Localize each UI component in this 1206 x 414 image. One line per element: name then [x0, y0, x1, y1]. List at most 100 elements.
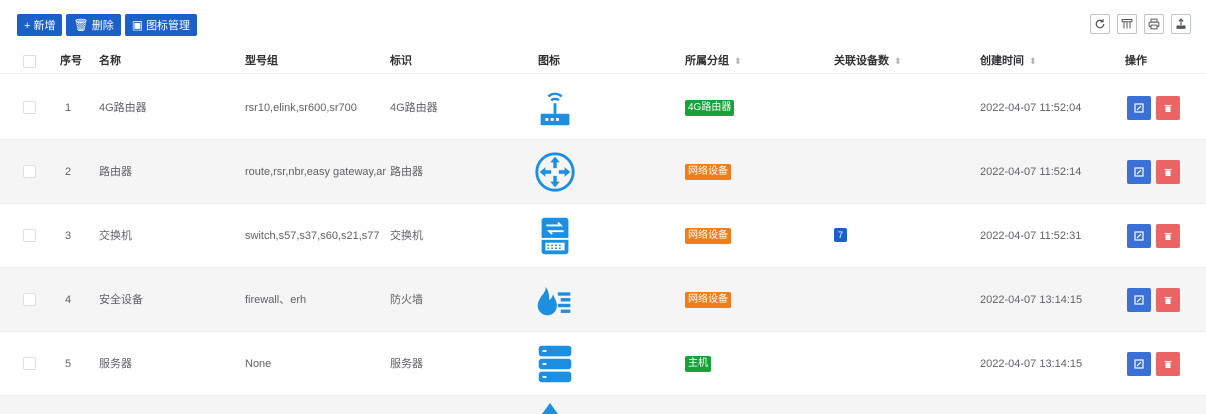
router-icon: [526, 144, 584, 200]
row-index: 3: [65, 230, 72, 242]
delete-button[interactable]: 🗑︎ 删除: [66, 14, 121, 36]
trash-icon: [1164, 169, 1172, 176]
trash-icon: 🗑︎: [73, 18, 89, 32]
row-created-at: 2022-04-07 13:14:15: [980, 294, 1083, 306]
header-icon: 图标: [538, 55, 560, 67]
row-tag: 交换机: [390, 230, 423, 242]
sort-icon: ⬍: [894, 56, 902, 66]
delete-row-button[interactable]: [1156, 160, 1180, 184]
switch-icon: [526, 208, 584, 264]
device-count-badge[interactable]: 7: [834, 228, 847, 242]
table-row: 3 交换机 switch,s57,s37,s60,s21,s77 交换机 网络设…: [0, 204, 1206, 268]
row-tag: 服务器: [390, 358, 423, 370]
header-device-count[interactable]: 关联设备数 ⬍: [834, 48, 902, 74]
add-button-label: + 新增: [24, 20, 56, 32]
row-index: 5: [65, 358, 72, 370]
header-group-label: 所属分组: [685, 55, 729, 67]
export-icon: [1176, 18, 1186, 29]
columns-icon: [1121, 19, 1133, 29]
columns-button[interactable]: [1117, 14, 1137, 34]
trash-icon: [1164, 361, 1172, 368]
delete-row-button[interactable]: [1156, 288, 1180, 312]
edit-button[interactable]: [1127, 352, 1151, 376]
row-name: 交换机: [99, 230, 132, 242]
row-created-at: 2022-04-07 11:52:14: [980, 166, 1082, 178]
header-group[interactable]: 所属分组 ⬍: [685, 48, 742, 74]
delete-row-button[interactable]: [1156, 352, 1180, 376]
table-header: 序号 名称 型号组 标识 图标 所属分组 ⬍ 关联设备数 ⬍ 创建时间 ⬍ 操作: [0, 48, 1206, 74]
header-tag: 标识: [390, 55, 412, 67]
table-row-partial: [0, 396, 1206, 414]
row-checkbox[interactable]: [23, 101, 36, 114]
group-tag: 网络设备: [685, 228, 731, 244]
group-tag: 网络设备: [685, 292, 731, 308]
row-created-at: 2022-04-07 11:52:31: [980, 230, 1082, 242]
group-tag: 主机: [685, 356, 711, 372]
select-all-checkbox[interactable]: [23, 55, 36, 68]
row-checkbox[interactable]: [23, 165, 36, 178]
table-tools: [1090, 14, 1191, 34]
edit-button[interactable]: [1127, 96, 1151, 120]
edit-button[interactable]: [1127, 160, 1151, 184]
refresh-button[interactable]: [1090, 14, 1110, 34]
refresh-icon: [1095, 19, 1105, 29]
row-model-group: rsr10,elink,sr600,sr700: [245, 102, 357, 114]
icon-manage-button-label: 图标管理: [146, 20, 191, 32]
row-created-at: 2022-04-07 13:14:15: [980, 358, 1083, 370]
row-name: 安全设备: [99, 294, 143, 306]
header-name: 名称: [99, 55, 121, 67]
row-checkbox[interactable]: [23, 357, 36, 370]
edit-icon: [1134, 167, 1144, 177]
row-tag: 4G路由器: [390, 102, 438, 114]
header-device-count-label: 关联设备数: [834, 55, 889, 67]
edit-button[interactable]: [1127, 224, 1151, 248]
row-index: 4: [65, 294, 72, 306]
delete-row-button[interactable]: [1156, 96, 1180, 120]
delete-button-label: 删除: [91, 20, 114, 32]
sort-icon: ⬍: [1029, 56, 1037, 66]
table-row: 1 4G路由器 rsr10,elink,sr600,sr700 4G路由器 4G…: [0, 76, 1206, 140]
edit-icon: [1134, 295, 1144, 305]
row-tag: 防火墙: [390, 294, 423, 306]
row-checkbox[interactable]: [23, 293, 36, 306]
icon-manage-button[interactable]: ▣ 图标管理: [124, 14, 198, 36]
row-model-group: firewall、erh: [245, 294, 307, 306]
edit-icon: [1134, 359, 1144, 369]
header-created-at-label: 创建时间: [980, 55, 1024, 67]
group-tag: 4G路由器: [685, 100, 735, 116]
row-checkbox[interactable]: [23, 229, 36, 242]
print-icon: [1148, 18, 1160, 30]
router-4g-icon: [526, 80, 584, 136]
row-created-at: 2022-04-07 11:52:04: [980, 102, 1082, 114]
print-button[interactable]: [1144, 14, 1164, 34]
header-actions: 操作: [1125, 55, 1147, 67]
trash-icon: [1164, 297, 1172, 304]
header-index: 序号: [60, 55, 82, 67]
delete-row-button[interactable]: [1156, 224, 1180, 248]
image-icon: ▣: [131, 18, 144, 32]
header-created-at[interactable]: 创建时间 ⬍: [980, 48, 1037, 74]
table-row: 4 安全设备 firewall、erh 防火墙 网络设备 2022-04-07 …: [0, 268, 1206, 332]
export-button[interactable]: [1171, 14, 1191, 34]
table-row: 2 路由器 route,rsr,nbr,easy gateway,ar 路由器 …: [0, 140, 1206, 204]
sort-icon: ⬍: [734, 56, 742, 66]
add-button[interactable]: + 新增: [17, 14, 63, 36]
icon-partial: [542, 403, 558, 414]
server-icon: [526, 336, 584, 392]
row-model-group: route,rsr,nbr,easy gateway,ar: [245, 166, 387, 178]
row-name: 路由器: [99, 166, 132, 178]
edit-button[interactable]: [1127, 288, 1151, 312]
row-index: 2: [65, 166, 72, 178]
row-index: 1: [65, 102, 72, 114]
group-tag: 网络设备: [685, 164, 731, 180]
toolbar: + 新增 🗑︎ 删除 ▣ 图标管理: [17, 14, 198, 36]
trash-icon: [1164, 105, 1172, 112]
edit-icon: [1134, 103, 1144, 113]
header-model-group: 型号组: [245, 55, 278, 67]
trash-icon: [1164, 233, 1172, 240]
row-name: 4G路由器: [99, 102, 147, 114]
firewall-icon: [526, 272, 584, 328]
row-name: 服务器: [99, 358, 132, 370]
table-row: 5 服务器 None 服务器 主机 2022-04-07 13:14:15: [0, 332, 1206, 396]
edit-icon: [1134, 231, 1144, 241]
